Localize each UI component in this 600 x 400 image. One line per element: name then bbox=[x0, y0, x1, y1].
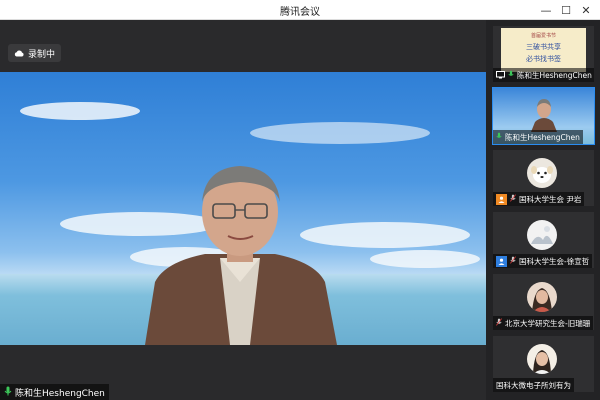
recording-label: 录制中 bbox=[28, 49, 56, 60]
tile-label: 国科大学生会-徐宣哲 bbox=[493, 254, 593, 268]
shared-document: 首届爱书节 三破书共享 必书找书签 bbox=[501, 28, 586, 72]
title-bar: 腾讯会议 — ☐ ✕ bbox=[0, 0, 600, 20]
minimize-icon: — bbox=[540, 3, 552, 17]
cohost-icon bbox=[496, 255, 507, 267]
participant-tile[interactable]: 国科大微电子所刘有为 bbox=[493, 336, 594, 392]
microphone-icon bbox=[508, 70, 514, 80]
muted-microphone-icon bbox=[496, 318, 502, 328]
maximize-icon: ☐ bbox=[561, 3, 571, 17]
tile-label: 陈和生HeshengChen bbox=[493, 130, 583, 144]
participant-name: 北京大学研究生会-旧瑞珊 bbox=[505, 318, 591, 328]
window-title: 腾讯会议 bbox=[280, 7, 320, 18]
cloud-shape bbox=[250, 122, 430, 144]
participant-name: 国科大学生会 尹岩 bbox=[519, 194, 582, 204]
muted-microphone-icon bbox=[510, 256, 516, 266]
tile-label: 北京大学研究生会-旧瑞珊 bbox=[493, 316, 594, 330]
close-icon: ✕ bbox=[581, 3, 591, 17]
tile-label: 陈和生HeshengChen bbox=[493, 68, 594, 82]
participant-name: 陈和生HeshengChen bbox=[517, 70, 592, 80]
speaker-name-tag: 陈和生HeshengChen bbox=[0, 384, 109, 400]
microphone-icon bbox=[4, 386, 12, 399]
document-line: 必书找书签 bbox=[526, 55, 561, 63]
speaker-name: 陈和生HeshengChen bbox=[15, 388, 105, 399]
participant-tile[interactable]: 北京大学研究生会-旧瑞珊 bbox=[493, 274, 594, 330]
recording-badge[interactable]: 录制中 bbox=[8, 44, 62, 62]
host-icon bbox=[496, 193, 507, 205]
document-line: 三破书共享 bbox=[526, 43, 561, 51]
participant-tile-active[interactable]: 陈和生HeshengChen bbox=[492, 87, 595, 145]
maximize-button[interactable]: ☐ bbox=[556, 0, 576, 20]
avatar bbox=[527, 282, 557, 312]
participant-name: 国科大微电子所刘有为 bbox=[496, 380, 571, 390]
speaker-video[interactable] bbox=[0, 72, 486, 345]
microphone-icon bbox=[496, 132, 502, 142]
tile-label: 国科大微电子所刘有为 bbox=[493, 378, 574, 392]
window-controls: — ☐ ✕ bbox=[536, 0, 596, 20]
screen-share-icon bbox=[496, 70, 505, 81]
main-video-area: 录制中 陈和生HeshengChen bbox=[0, 20, 486, 400]
muted-microphone-icon bbox=[510, 194, 516, 204]
minimize-button[interactable]: — bbox=[536, 0, 556, 20]
avatar bbox=[527, 220, 557, 250]
avatar bbox=[527, 344, 557, 374]
participant-tile[interactable]: 首届爱书节 三破书共享 必书找书签 陈和生HeshengChen bbox=[493, 26, 594, 82]
speaker-thumbnail bbox=[531, 99, 557, 132]
speaker-figure bbox=[145, 166, 337, 345]
participant-sidebar: 首届爱书节 三破书共享 必书找书签 陈和生HeshengChen 陈和生Hesh… bbox=[486, 20, 600, 400]
tile-label: 国科大学生会 尹岩 bbox=[493, 192, 585, 206]
cloud-shape bbox=[370, 250, 480, 268]
participant-name: 陈和生HeshengChen bbox=[505, 132, 580, 142]
cloud-shape bbox=[20, 102, 140, 120]
participant-name: 国科大学生会-徐宣哲 bbox=[519, 256, 590, 266]
close-button[interactable]: ✕ bbox=[576, 0, 596, 20]
cloud-icon bbox=[14, 49, 24, 57]
participant-tile[interactable]: 国科大学生会-徐宣哲 bbox=[493, 212, 594, 268]
document-heading: 首届爱书节 bbox=[530, 33, 556, 39]
avatar bbox=[527, 158, 557, 188]
participant-tile[interactable]: 国科大学生会 尹岩 bbox=[493, 150, 594, 206]
